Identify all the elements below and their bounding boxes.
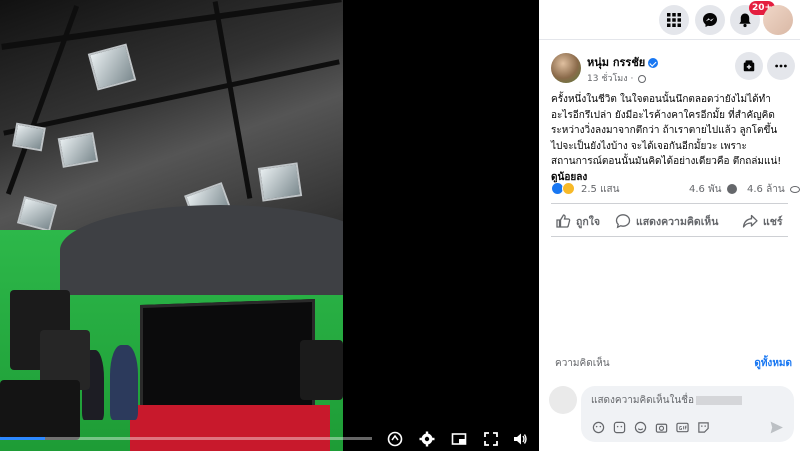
video-player[interactable]: [0, 0, 539, 451]
redacted-name: [695, 395, 742, 405]
top-bar: 20+: [539, 0, 800, 40]
post-text-line: ไปจะเป็นยังไงบ้าง จะได้เจอกันอีกมั้ยวะ เ…: [551, 140, 747, 152]
author-name[interactable]: หนุ่ม กรรชัย: [587, 56, 645, 69]
captions-icon[interactable]: [386, 430, 404, 448]
grid-menu-icon: [667, 13, 681, 27]
post-author[interactable]: หนุ่ม กรรชัย: [587, 53, 659, 71]
see-all-comments-link[interactable]: ดูทั้งหมด: [754, 356, 792, 371]
comments-label: ความคิดเห็น: [555, 358, 610, 369]
comments-count-wrap[interactable]: 4.6 พัน: [689, 182, 737, 197]
comment-input[interactable]: แสดงความคิดเห็นในชื่อ: [591, 393, 781, 408]
comment-placeholder: แสดงความคิดเห็นในชื่อ: [591, 395, 694, 406]
messenger-button[interactable]: [695, 5, 725, 35]
profile-avatar[interactable]: [763, 5, 793, 35]
divider: [551, 203, 788, 204]
gif-icon: [676, 422, 689, 433]
avatar-sticker-button[interactable]: [591, 420, 606, 435]
sticker-button[interactable]: [696, 420, 711, 435]
like-button[interactable]: ถูกใจ: [555, 210, 600, 232]
anchor-person: [110, 345, 138, 420]
emoji-button[interactable]: [633, 420, 648, 435]
camera-button[interactable]: [654, 420, 669, 435]
more-icon: [775, 64, 787, 68]
post-text: ครั้งหนึ่งในชีวิต ในใจตอนนั้นนึกตลอดว่าย…: [551, 92, 796, 186]
more-options-button[interactable]: [767, 52, 795, 80]
post-meta: 13 ชั่วโมง ·: [587, 71, 647, 85]
bell-icon: [739, 13, 751, 28]
avatar-sticker-icon: [592, 421, 605, 434]
like-label: ถูกใจ: [576, 215, 600, 228]
studio-light: [12, 122, 46, 152]
post-text-line: สถานการณ์ตอนนั้นมันคิดได้อย่างเดียวคือ ต…: [551, 156, 782, 168]
post-text-line: ครั้งหนึ่งในชีวิต ในใจตอนนั้นนึกตลอดว่าย…: [551, 94, 771, 105]
comment-composer[interactable]: แสดงความคิดเห็นในชื่อ: [581, 386, 794, 442]
camera-icon: [655, 423, 668, 433]
studio-camera: [300, 340, 343, 400]
post-panel: 20+ หนุ่ม กรรชัย 13 ชั่วโมง · ครั้งหนึ่ง…: [539, 0, 800, 451]
studio-cyc: [60, 205, 343, 295]
gif-picker-button[interactable]: [675, 420, 690, 435]
volume-icon[interactable]: [511, 430, 529, 448]
comment-button[interactable]: แสดงความคิดเห็น: [615, 210, 718, 232]
sticker-pack-icon: [698, 422, 709, 433]
views-count: 4.6 ล้าน: [747, 184, 785, 195]
comment-label: แสดงความคิดเห็น: [636, 215, 719, 228]
share-icon: [742, 214, 758, 228]
send-button[interactable]: [769, 420, 784, 435]
commenter-avatar: [549, 386, 577, 414]
comment-bubble-icon: [726, 184, 737, 194]
post-text-line: อะไรอีกรึเปล่า ยังมีอะไรค้างคาใครอีกมั้ย…: [551, 109, 775, 121]
verified-icon: [648, 58, 659, 68]
app-root: 20+ หนุ่ม กรรชัย 13 ชั่วโมง · ครั้งหนึ่ง…: [0, 0, 800, 451]
gif-button[interactable]: [612, 420, 627, 435]
messenger-icon: [703, 13, 717, 27]
eye-icon: [789, 185, 800, 193]
composer-tools: [591, 420, 711, 435]
studio-light: [57, 132, 99, 168]
comment-icon: [615, 214, 631, 229]
views-count-wrap: 4.6 ล้าน: [747, 182, 800, 197]
save-post-button[interactable]: [735, 52, 763, 80]
video-frame: [0, 0, 343, 451]
post-time[interactable]: 13 ชั่วโมง: [587, 74, 628, 84]
emoji-icon: [634, 421, 647, 434]
sticker-icon: [613, 421, 626, 434]
author-avatar[interactable]: [551, 53, 581, 83]
globe-icon: [638, 74, 647, 83]
fullscreen-icon[interactable]: [482, 430, 500, 448]
save-icon: [743, 60, 755, 72]
menu-button[interactable]: [659, 5, 689, 35]
progress-bar[interactable]: [0, 437, 372, 440]
comments-count[interactable]: 4.6 พัน: [689, 184, 722, 195]
haha-reaction-icon[interactable]: [562, 182, 575, 195]
settings-icon[interactable]: [418, 430, 436, 448]
share-label: แชร์: [763, 215, 783, 228]
pip-icon[interactable]: [450, 430, 468, 448]
post-text-line: ระหว่างวิ่งลงมาจากตึกว่า ถ้าเราตายไปแล้ว…: [551, 125, 778, 137]
progress-fill: [0, 437, 45, 440]
reactions-bar: 2.5 แสน 4.6 พัน 4.6 ล้าน: [551, 181, 800, 197]
reactions-count[interactable]: 2.5 แสน: [581, 182, 619, 197]
send-icon: [770, 421, 783, 434]
like-icon: [556, 214, 571, 228]
share-button[interactable]: แชร์: [742, 210, 783, 232]
divider: [551, 236, 788, 237]
player-controls: [0, 425, 539, 451]
studio-light: [257, 162, 303, 202]
